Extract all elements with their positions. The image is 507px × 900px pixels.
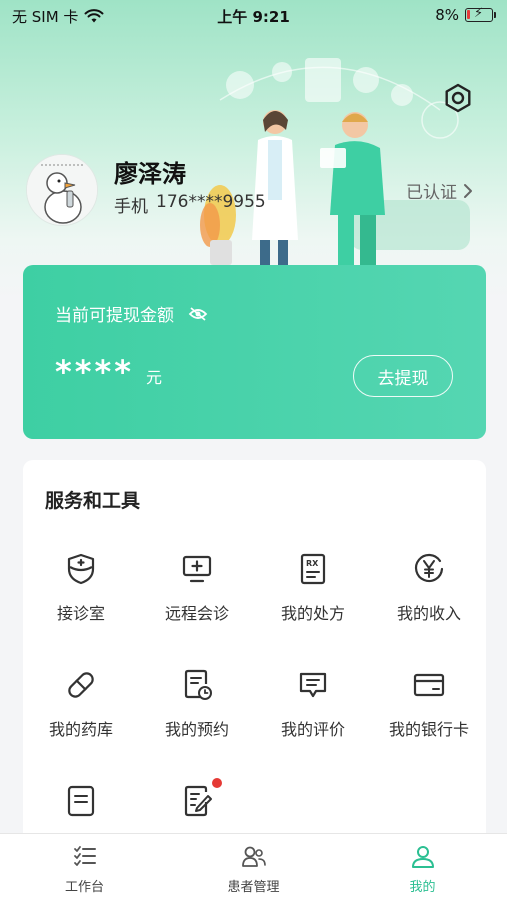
service-remote-consultation[interactable]: 远程会诊 (139, 552, 255, 652)
service-my-income[interactable]: 我的收入 (371, 552, 487, 652)
service-label: 我的预约 (164, 720, 229, 739)
status-right: 8% ⚡ (435, 6, 496, 24)
edit-note-icon (184, 785, 212, 817)
eye-hidden-icon[interactable] (188, 306, 208, 322)
monitor-plus-icon (182, 555, 212, 583)
edit-note-icon-wrap (180, 778, 222, 818)
balance-unit: 元 (145, 368, 162, 387)
appointment-icon (184, 669, 212, 700)
tab-patient-management[interactable]: 患者管理 (169, 844, 338, 895)
shield-plus-icon (67, 553, 95, 585)
status-bar: 无 SIM 卡 上午 9:21 8% ⚡ (0, 0, 507, 30)
withdraw-button[interactable]: 去提现 (353, 355, 453, 397)
service-my-reviews[interactable]: 我的评价 (255, 668, 371, 768)
tab-label: 工作台 (64, 880, 104, 895)
profile-header: 无 SIM 卡 上午 9:21 8% ⚡ 廖泽涛 手机 176****9955 … (0, 0, 507, 300)
service-label: 接诊室 (56, 604, 105, 623)
bottom-tab-bar: 工作台 患者管理 我的 (0, 833, 507, 900)
services-title: 服务和工具 (45, 490, 141, 512)
document-icon (67, 785, 95, 817)
avatar[interactable] (26, 154, 98, 226)
comment-icon (299, 672, 327, 698)
battery-icon: ⚡ (465, 6, 496, 22)
balance-title-row: 当前可提现金额 (55, 301, 208, 326)
pill-icon (68, 672, 94, 698)
verify-status-label: 已认证 (406, 183, 457, 203)
balance-amount: **** 元 (55, 353, 162, 391)
yen-coin-icon (414, 553, 444, 583)
service-my-pharmacy[interactable]: 我的药库 (23, 668, 139, 768)
service-label: 我的评价 (280, 720, 345, 739)
service-label: 我的药库 (48, 720, 113, 739)
prescription-icon: RX (300, 553, 326, 585)
settings-icon[interactable] (442, 82, 474, 114)
tab-workbench[interactable]: 工作台 (0, 844, 169, 895)
svg-text:RX: RX (306, 559, 319, 568)
balance-title: 当前可提现金额 (55, 306, 174, 326)
balance-masked-value: **** (55, 353, 134, 391)
service-my-appointments[interactable]: 我的预约 (139, 668, 255, 768)
profile-card[interactable]: 廖泽涛 手机 176****9955 已认证 (26, 150, 496, 230)
services-panel: 服务和工具 接诊室 远程会诊 RX 我的处方 我的收入 我的药库 我的预约 我的… (23, 460, 486, 880)
user-phone: 手机 176****9955 (114, 192, 266, 217)
bank-card-icon (413, 673, 445, 697)
goose-avatar-icon (27, 155, 97, 225)
phone-number: 176****9955 (156, 192, 266, 212)
withdrawable-balance-card: 当前可提现金额 **** 元 去提现 (23, 265, 486, 439)
service-my-prescriptions[interactable]: RX 我的处方 (255, 552, 371, 652)
service-label: 我的处方 (280, 604, 345, 623)
patients-icon (241, 846, 266, 867)
service-label: 我的银行卡 (388, 720, 469, 739)
status-time: 上午 9:21 (217, 8, 290, 26)
chevron-right-icon (464, 183, 472, 198)
tab-label: 患者管理 (227, 880, 280, 895)
battery-percent: 8% (435, 6, 459, 24)
service-my-bank-card[interactable]: 我的银行卡 (371, 668, 487, 768)
tab-mine[interactable]: 我的 (338, 844, 507, 895)
tab-label: 我的 (409, 880, 436, 895)
notification-dot (212, 778, 222, 788)
user-name: 廖泽涛 (114, 160, 186, 188)
service-label: 远程会诊 (164, 604, 229, 623)
service-consult-room[interactable]: 接诊室 (23, 552, 139, 652)
phone-label: 手机 (114, 197, 148, 217)
user-icon (411, 846, 434, 868)
verify-status-link[interactable]: 已认证 (406, 178, 473, 203)
service-label: 我的收入 (396, 604, 461, 623)
checklist-icon (73, 846, 96, 866)
